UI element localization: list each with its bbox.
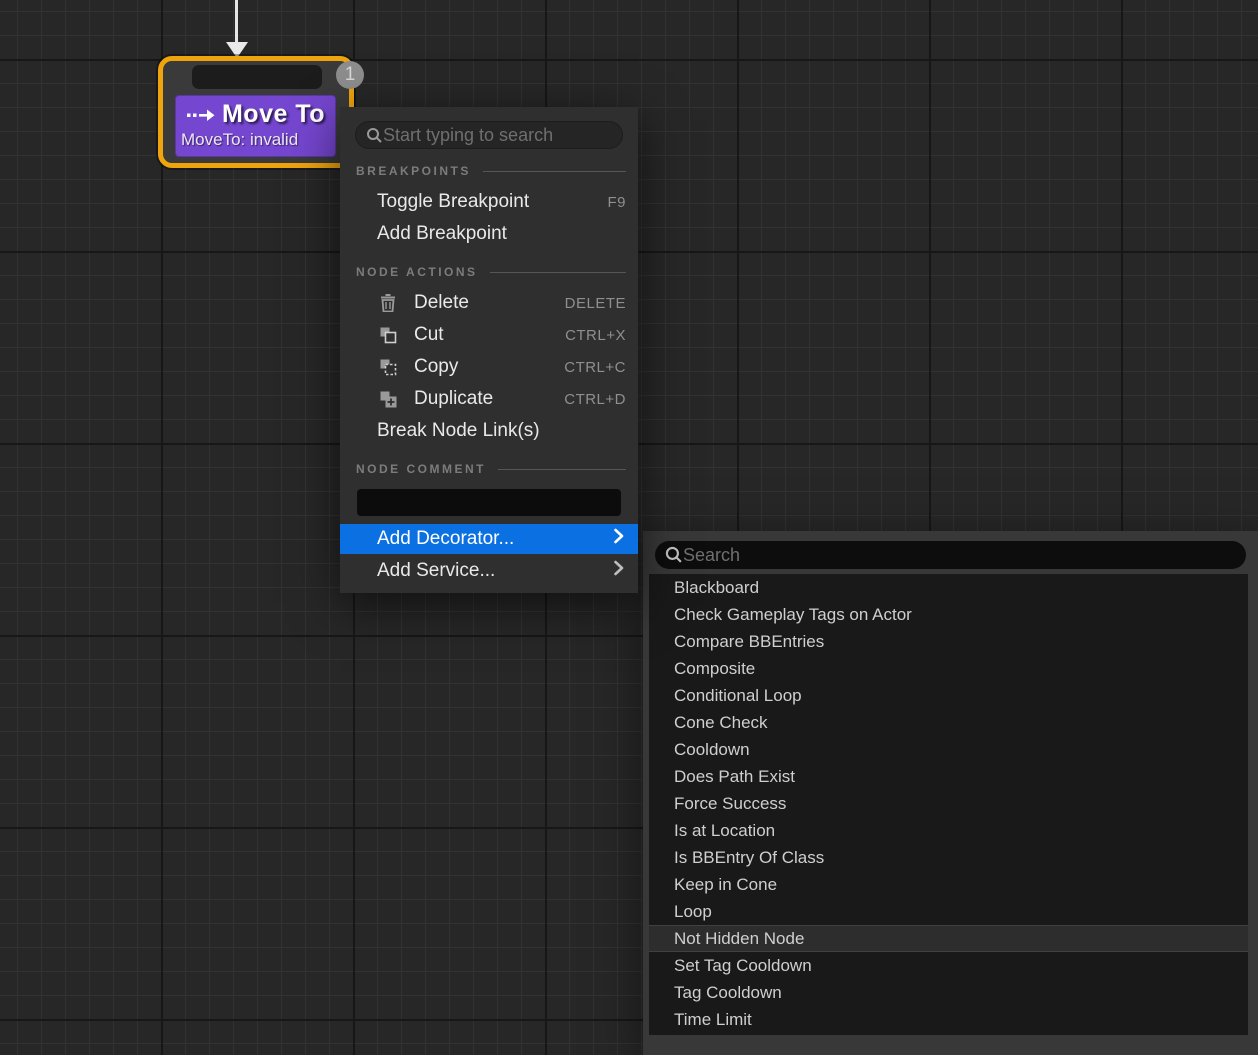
list-item-cooldown[interactable]: Cooldown: [649, 736, 1248, 763]
menu-item-add-service[interactable]: Add Service...: [340, 556, 638, 586]
list-item-composite[interactable]: Composite: [649, 655, 1248, 682]
shortcut-label: CTRL+D: [564, 391, 626, 408]
shortcut-label: F9: [607, 194, 626, 211]
chevron-right-icon: [614, 560, 624, 582]
submenu-search-input[interactable]: [683, 545, 1246, 566]
section-divider: [498, 469, 626, 470]
menu-item-copy[interactable]: Copy CTRL+C: [340, 351, 638, 383]
breakpoints-section-header: BREAKPOINTS: [356, 164, 626, 178]
shortcut-label: CTRL+C: [564, 359, 626, 376]
chevron-right-icon: [614, 528, 624, 550]
node-header[interactable]: Move To MoveTo: invalid: [175, 95, 336, 157]
menu-item-delete[interactable]: Delete DELETE: [340, 287, 638, 319]
move-to-node[interactable]: Move To MoveTo: invalid: [158, 56, 354, 168]
menu-item-cut[interactable]: Cut CTRL+X: [340, 319, 638, 351]
list-item-not-hidden-node[interactable]: Not Hidden Node: [649, 925, 1248, 952]
execution-index-badge: 1: [336, 61, 364, 89]
copy-icon: [377, 357, 399, 377]
add-decorator-submenu: Blackboard Check Gameplay Tags on Actor …: [643, 531, 1258, 1055]
search-icon: [366, 127, 383, 144]
duplicate-icon: [377, 389, 399, 409]
context-menu-search[interactable]: [355, 121, 623, 149]
list-item-is-at-location[interactable]: Is at Location: [649, 817, 1248, 844]
list-item-is-bbentry-of-class[interactable]: Is BBEntry Of Class: [649, 844, 1248, 871]
node-title: Move To: [222, 100, 325, 129]
node-context-menu: BREAKPOINTS Toggle Breakpoint F9 Add Bre…: [340, 107, 638, 593]
section-divider: [490, 272, 626, 273]
search-icon: [665, 546, 683, 564]
list-item-keep-in-cone[interactable]: Keep in Cone: [649, 871, 1248, 898]
menu-item-break-node-links[interactable]: Break Node Link(s): [340, 415, 638, 447]
shortcut-label: CTRL+X: [565, 327, 626, 344]
cut-icon: [377, 325, 399, 345]
search-input[interactable]: [383, 125, 623, 146]
menu-item-add-breakpoint[interactable]: Add Breakpoint: [340, 218, 638, 250]
node-actions-section-header: NODE ACTIONS: [356, 265, 626, 279]
list-item-check-gameplay-tags[interactable]: Check Gameplay Tags on Actor: [649, 601, 1248, 628]
menu-item-add-decorator[interactable]: Add Decorator...: [340, 524, 638, 554]
trash-icon: [377, 293, 399, 313]
list-item-force-success[interactable]: Force Success: [649, 790, 1248, 817]
node-comment-section-header: NODE COMMENT: [356, 462, 626, 476]
list-item-time-limit[interactable]: Time Limit: [649, 1006, 1248, 1033]
node-subtitle: MoveTo: invalid: [181, 130, 331, 150]
task-arrow-icon: [187, 109, 215, 121]
list-item-blackboard[interactable]: Blackboard: [649, 574, 1248, 601]
menu-item-duplicate[interactable]: Duplicate CTRL+D: [340, 383, 638, 415]
section-divider: [483, 171, 626, 172]
list-item-conditional-loop[interactable]: Conditional Loop: [649, 682, 1248, 709]
submenu-search[interactable]: [655, 541, 1246, 569]
menu-item-toggle-breakpoint[interactable]: Toggle Breakpoint F9: [340, 186, 638, 218]
node-input-pin[interactable]: [192, 65, 322, 89]
shortcut-label: DELETE: [565, 295, 626, 312]
list-item-compare-bbentries[interactable]: Compare BBEntries: [649, 628, 1248, 655]
list-item-does-path-exist[interactable]: Does Path Exist: [649, 763, 1248, 790]
list-item-set-tag-cooldown[interactable]: Set Tag Cooldown: [649, 952, 1248, 979]
list-item-cone-check[interactable]: Cone Check: [649, 709, 1248, 736]
connection-wire: [235, 0, 238, 46]
list-item-tag-cooldown[interactable]: Tag Cooldown: [649, 979, 1248, 1006]
node-comment-input[interactable]: [357, 489, 621, 516]
list-item-loop[interactable]: Loop: [649, 898, 1248, 925]
decorator-list: Blackboard Check Gameplay Tags on Actor …: [649, 574, 1248, 1035]
